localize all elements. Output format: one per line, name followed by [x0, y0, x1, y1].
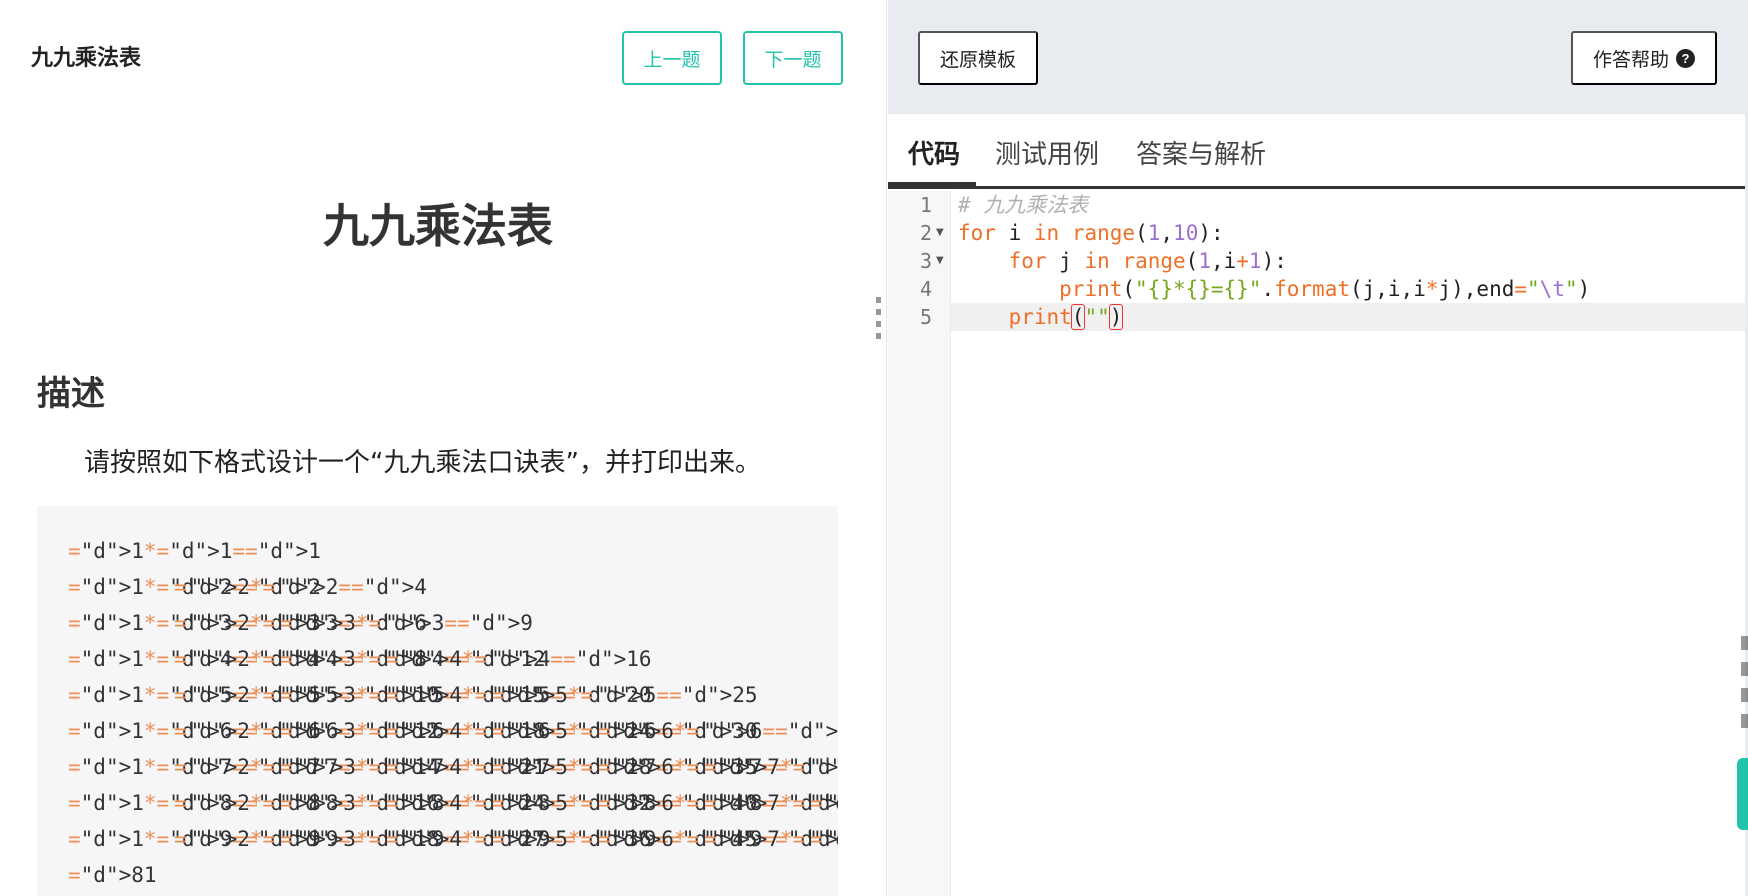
sample-output-cell: ="d">1*="d">2=="d">2: [68, 575, 321, 599]
sample-output-cell: ="d">2*="d">9=="d">18: [174, 827, 440, 851]
editor-card: 代码 测试用例 答案与解析 1 2 ▼ 3 ▼ 4 5 # 九九乘法表 for i in ra…: [888, 114, 1745, 896]
fold-toggle-icon[interactable]: ▼: [936, 219, 944, 247]
problem-header-title: 九九乘法表: [31, 46, 142, 71]
sample-output-cell: ="d">6*="d">9=="d">54: [598, 827, 838, 851]
sample-output-cell: ="d">6*="d">7=="d">42: [598, 755, 838, 779]
sample-output-cell: ="d">1*="d">8=="d">8: [68, 791, 321, 815]
sample-output-cell: ="d">1*="d">1=="d">1: [68, 539, 321, 563]
line-number: 3: [919, 249, 932, 273]
line-number: 5: [919, 305, 932, 329]
sample-output-cell: ="d">5*="d">5=="d">25: [492, 683, 758, 707]
sample-output-cell: ="d">8*="d">9: [810, 827, 838, 851]
sample-output-cell: ="d">3*="d">3=="d">9: [280, 611, 533, 635]
edge-text-fragment: [1741, 636, 1748, 740]
sample-output-row: ="d">1*="d">2=="d">2="d">2*="d">2=="d">4: [68, 569, 838, 605]
sample-output-cell: ="d">1*="d">7=="d">7: [68, 755, 321, 779]
description-text: 请按照如下格式设计一个“九九乘法口诀表”，并打印出来。: [84, 448, 761, 478]
sample-output-cell: ="d">4*="d">8=="d">32: [386, 791, 652, 815]
restore-template-button[interactable]: 还原模板: [918, 31, 1038, 85]
sample-output-cell: ="d">1*="d">9=="d">9: [68, 827, 321, 851]
sample-output-cell: ="d">7*="d">7=="d">49: [704, 755, 838, 779]
code-line[interactable]: for j in range(1,i+1):: [958, 247, 1745, 275]
sample-output-row: ="d">1*="d">8=="d">8="d">2*="d">8=="d">1…: [68, 785, 838, 821]
code-line[interactable]: for i in range(1,10):: [958, 219, 1745, 247]
sample-output-cell: ="d">6*="d">8=="d">48: [598, 791, 838, 815]
sample-output-cell: ="d">3*="d">7=="d">21: [280, 755, 546, 779]
sample-output-cell: ="d">8*="d">8: [810, 791, 838, 815]
sample-output-cell: ="d">5*="d">9=="d">45: [492, 827, 758, 851]
sample-output-cell: ="d">7*="d">9=="d">63: [704, 827, 838, 851]
sample-output-cell: ="d">4*="d">7=="d">28: [386, 755, 652, 779]
prev-question-button[interactable]: 上一题: [622, 31, 722, 85]
code-editor[interactable]: # 九九乘法表 for i in range(1,10): for j in ra…: [951, 191, 1745, 331]
sample-output-cell: ="d">2*="d">7=="d">14: [174, 755, 440, 779]
sample-output-row: ="d">1*="d">7=="d">7="d">2*="d">7=="d">1…: [68, 749, 838, 785]
tab-code[interactable]: 代码: [908, 134, 960, 171]
sample-output-cell: ="d">4*="d">4=="d">16: [386, 647, 652, 671]
sample-output-cell: ="d">2*="d">2=="d">4: [174, 575, 427, 599]
sample-output-row: ="d">1*="d">3=="d">3="d">2*="d">3=="d">6…: [68, 605, 838, 641]
question-circle-icon: ?: [1676, 48, 1695, 68]
sample-output-cell: ="d">5*="d">8=="d">40: [492, 791, 758, 815]
line-number: 2: [919, 221, 932, 245]
sample-output-cell: ="d">3*="d">9=="d">27: [280, 827, 546, 851]
editor-panel: 还原模板 作答帮助 ? 代码 测试用例 答案与解析 1 2 ▼ 3 ▼ 4 5 # 九九乘法…: [888, 0, 1748, 896]
sample-output-cell: ="d">3*="d">5=="d">15: [280, 683, 546, 707]
code-line[interactable]: print("{}*{}={}".format(j,i,i*j),end="\t…: [958, 275, 1745, 303]
problem-title: 九九乘法表: [323, 199, 553, 253]
sample-output-row: ="d">1*="d">6=="d">6="d">2*="d">6=="d">1…: [68, 713, 838, 749]
line-number: 4: [919, 277, 932, 301]
sample-output-cell: ="d">4*="d">9=="d">36: [386, 827, 652, 851]
sample-output-cell: ="d">2*="d">3=="d">6: [174, 611, 427, 635]
side-drawer-tab[interactable]: [1737, 758, 1748, 830]
panel-resize-handle[interactable]: [876, 297, 882, 353]
editor-tabs: 代码 测试用例 答案与解析: [888, 114, 1745, 189]
sample-output-cell: ="d">81: [68, 863, 157, 887]
sample-output-cell: ="d">7*="d">8=="d">56: [704, 791, 838, 815]
fold-toggle-icon[interactable]: ▼: [936, 247, 944, 275]
problem-panel: 九九乘法表 上一题 下一题 九九乘法表 描述 请按照如下格式设计一个“九九乘法口…: [0, 0, 887, 896]
sample-output-cell: ="d">2*="d">4=="d">8: [174, 647, 427, 671]
code-line[interactable]: # 九九乘法表: [958, 191, 1745, 219]
sample-output-cell: ="d">1*="d">4=="d">4: [68, 647, 321, 671]
sample-output-row: ="d">1*="d">5=="d">5="d">2*="d">5=="d">1…: [68, 677, 838, 713]
sample-output-cell: ="d">5*="d">7=="d">35: [492, 755, 758, 779]
line-number: 1: [919, 193, 932, 217]
sample-output-cell: ="d">4*="d">5=="d">20: [386, 683, 652, 707]
sample-output-cell: ="d">1*="d">6=="d">6: [68, 719, 321, 743]
sample-output-row: ="d">1*="d">4=="d">4="d">2*="d">4=="d">8…: [68, 641, 838, 677]
answer-help-button[interactable]: 作答帮助 ?: [1571, 31, 1717, 85]
line-number-gutter: 1 2 ▼ 3 ▼ 4 5: [888, 191, 951, 896]
sample-output-cell: ="d">3*="d">4=="d">12: [280, 647, 546, 671]
sample-output-cell: ="d">4*="d">6=="d">24: [386, 719, 652, 743]
code-line[interactable]: print(""): [951, 303, 1745, 331]
sample-output-cell: ="d">6*="d">6=="d">36: [598, 719, 838, 743]
sample-output-row: ="d">1*="d">1=="d">1: [68, 533, 838, 569]
description-heading: 描述: [37, 374, 105, 414]
tab-answer-analysis[interactable]: 答案与解析: [1136, 134, 1266, 171]
sample-output-cell: ="d">3*="d">8=="d">24: [280, 791, 546, 815]
sample-output-cell: ="d">1*="d">3=="d">3: [68, 611, 321, 635]
sample-output-cell: ="d">3*="d">6=="d">18: [280, 719, 546, 743]
tab-test-cases[interactable]: 测试用例: [995, 134, 1099, 171]
next-question-button[interactable]: 下一题: [743, 31, 843, 85]
sample-output-row: ="d">1*="d">9=="d">9="d">2*="d">9=="d">1…: [68, 821, 838, 857]
active-tab-indicator: [888, 182, 976, 189]
sample-output-cell: ="d">2*="d">8=="d">16: [174, 791, 440, 815]
sample-output-cell: ="d">2*="d">5=="d">10: [174, 683, 440, 707]
sample-output-cell: ="d">1*="d">5=="d">5: [68, 683, 321, 707]
sample-output-cell: ="d">5*="d">6=="d">30: [492, 719, 758, 743]
sample-output-block: ="d">1*="d">1=="d">1 ="d">1*="d">2=="d">2…: [37, 506, 838, 896]
answer-help-label: 作答帮助: [1592, 49, 1669, 71]
sample-output-row: ="d">81: [68, 857, 838, 893]
sample-output-cell: ="d">2*="d">6=="d">12: [174, 719, 440, 743]
